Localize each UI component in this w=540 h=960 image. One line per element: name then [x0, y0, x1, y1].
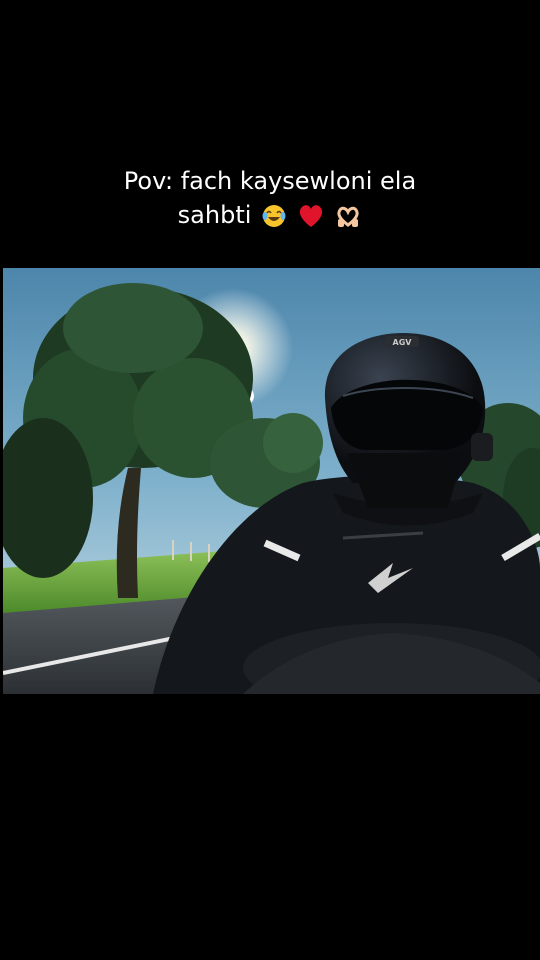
video-frame[interactable]: AGV: [3, 268, 540, 694]
helmet-badge-text: AGV: [393, 338, 413, 347]
red-heart-icon: [299, 205, 322, 227]
heart-hands-icon: [337, 206, 359, 227]
helmet-comm-device: [471, 433, 493, 461]
video-caption: Pov: fach kaysewloni ela sahbti: [0, 164, 540, 232]
caption-line-2: sahbti: [177, 201, 252, 229]
face-with-tears-of-joy-icon: [262, 205, 286, 227]
motorcycle-ride-scene: AGV: [3, 268, 540, 694]
caption-line-1: Pov: fach kaysewloni ela: [123, 167, 417, 195]
